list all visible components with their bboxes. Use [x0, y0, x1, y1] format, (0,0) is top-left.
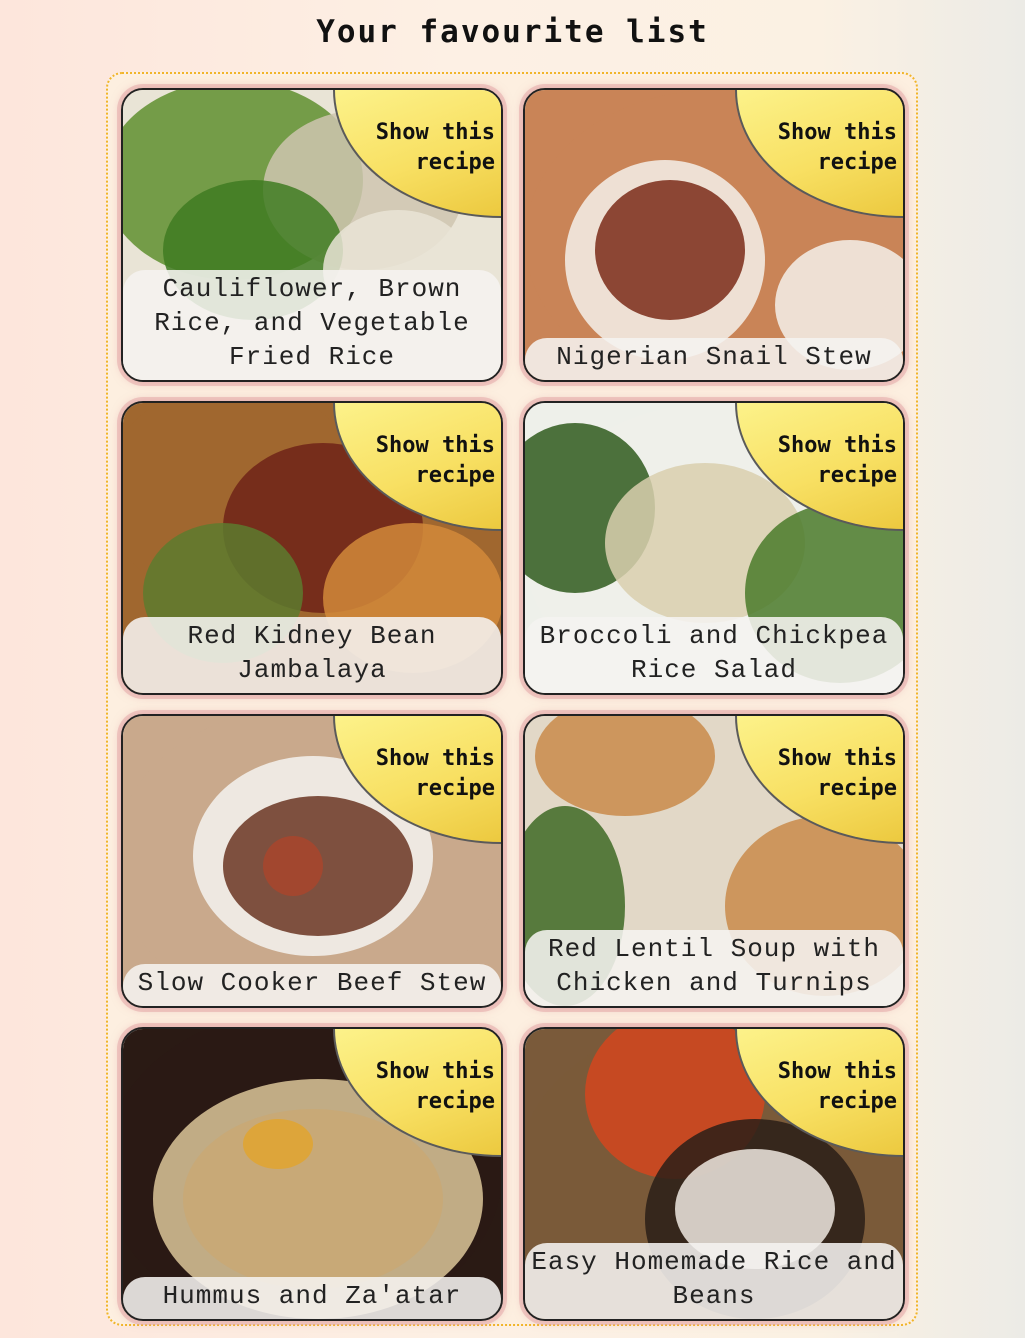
- show-recipe-label: Show this recipe: [777, 120, 897, 175]
- recipe-title: Hummus and Za'atar: [123, 1277, 501, 1319]
- recipe-card[interactable]: Show this recipe Slow Cooker Beef Stew: [121, 714, 503, 1008]
- page-title: Your favourite list: [316, 14, 709, 50]
- favourites-grid: Show this recipe Cauliflower, Brown Rice,…: [106, 72, 918, 1326]
- recipe-title: Nigerian Snail Stew: [525, 338, 903, 380]
- recipe-title: Broccoli and Chickpea Rice Salad: [525, 617, 903, 693]
- show-recipe-label: Show this recipe: [777, 433, 897, 488]
- show-recipe-label: Show this recipe: [375, 120, 495, 175]
- recipe-card[interactable]: Show this recipe Red Kidney Bean Jambalay…: [121, 401, 503, 695]
- show-recipe-label: Show this recipe: [777, 1059, 897, 1114]
- recipe-title: Red Lentil Soup with Chicken and Turnips: [525, 930, 903, 1006]
- show-recipe-label: Show this recipe: [375, 1059, 495, 1114]
- recipe-card[interactable]: Show this recipe Cauliflower, Brown Rice,…: [121, 88, 503, 382]
- recipe-title: Slow Cooker Beef Stew: [123, 964, 501, 1006]
- recipe-title: Cauliflower, Brown Rice, and Vegetable F…: [123, 270, 501, 380]
- food-shape: [243, 1119, 313, 1169]
- food-shape: [595, 180, 745, 320]
- recipe-title: Easy Homemade Rice and Beans: [525, 1243, 903, 1319]
- show-recipe-label: Show this recipe: [375, 433, 495, 488]
- food-shape: [263, 836, 323, 896]
- recipe-card[interactable]: Show this recipe Nigerian Snail Stew: [523, 88, 905, 382]
- recipe-card[interactable]: Show this recipe Easy Homemade Rice and B…: [523, 1027, 905, 1321]
- food-shape: [183, 1109, 443, 1289]
- recipe-card[interactable]: Show this recipe Hummus and Za'atar: [121, 1027, 503, 1321]
- recipe-card[interactable]: Show this recipe Red Lentil Soup with Chi…: [523, 714, 905, 1008]
- recipe-card[interactable]: Show this recipe Broccoli and Chickpea Ri…: [523, 401, 905, 695]
- recipe-title: Red Kidney Bean Jambalaya: [123, 617, 501, 693]
- show-recipe-label: Show this recipe: [375, 746, 495, 801]
- show-recipe-label: Show this recipe: [777, 746, 897, 801]
